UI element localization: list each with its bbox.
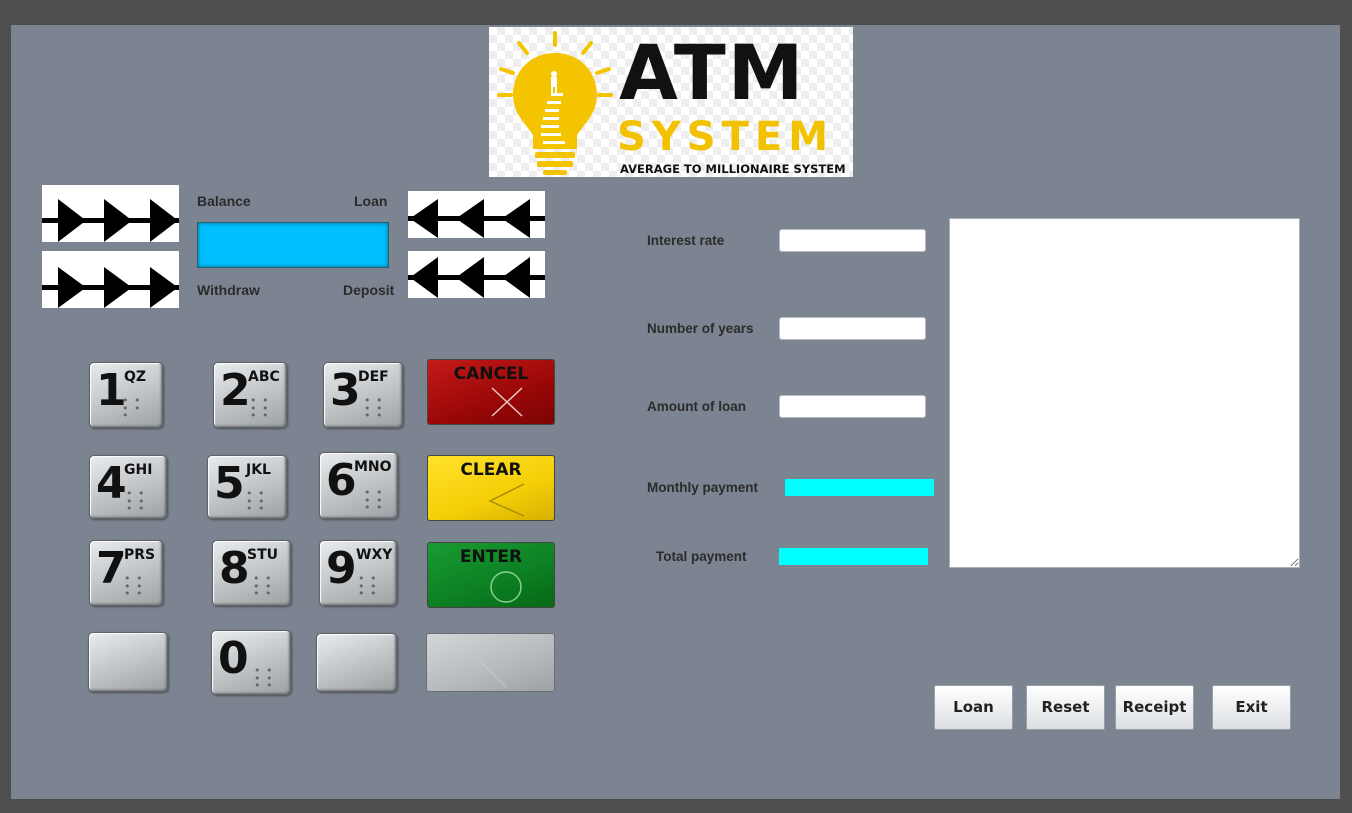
logo-title: ATM [619,28,806,117]
braille-dots: • • • • • • [364,394,384,423]
amount-of-loan-input[interactable] [779,395,926,418]
keypad-key-8[interactable]: 8 STU • • • • • • [212,540,291,606]
deposit-label: Deposit [343,282,395,298]
left-arrows-icon [408,199,545,238]
keypad-blank-right[interactable] [316,633,397,692]
braille-dots: • • • • • • [254,664,274,693]
keypad-key-0[interactable]: 0 • • • • • • [211,630,291,695]
right-arrows-icon [42,199,179,242]
amount-of-loan-label: Amount of loan [647,399,746,414]
keypad-key-4[interactable]: 4 GHI • • • • • • [89,455,167,519]
braille-dots: • • • • • [122,394,142,423]
clear-arrow-icon [488,483,525,517]
loan-label: Loan [354,193,388,209]
lightbulb-icon [497,31,613,175]
keypad-key-5[interactable]: 5 JKL • • • • • • [207,455,287,519]
braille-dots: • • • • • • [246,487,266,516]
cancel-button[interactable]: CANCEL [427,359,555,425]
logo-subtitle: SYSTEM [617,114,834,160]
keypad-key-1[interactable]: 1 QZ • • • • • [89,362,163,428]
total-payment-label: Total payment [656,549,747,564]
receipt-button[interactable]: Receipt [1115,685,1194,730]
keypad-key-3[interactable]: 3 DEF • • • • • • [323,362,403,428]
exit-button[interactable]: Exit [1212,685,1291,730]
enter-circle-icon [490,571,522,603]
keypad-key-9[interactable]: 9 WXY • • • • • • [319,540,397,606]
number-of-years-input[interactable] [779,317,926,340]
braille-dots: • • • • • • [253,572,273,601]
logo-tagline: AVERAGE TO MILLIONAIRE SYSTEM [620,162,846,176]
braille-dots: • • • • • • [364,486,384,515]
monthly-payment-output [785,479,934,496]
interest-rate-label: Interest rate [647,233,725,248]
clear-button[interactable]: CLEAR [427,455,555,521]
keypad-blank-left[interactable] [88,632,168,692]
braille-dots: • • • • • • [126,487,146,516]
deposit-arrow-button[interactable] [408,251,545,298]
enter-button[interactable]: ENTER [427,542,555,608]
keypad-key-2[interactable]: 2 ABC • • • • • • [213,362,287,428]
braille-dots: • • • • • • [358,572,378,601]
interest-rate-input[interactable] [779,229,926,252]
braille-dots: • • • • • • [250,394,270,423]
left-arrows-icon [408,257,545,298]
blank-key-crease [456,637,508,689]
atm-screen-display [197,222,389,268]
loan-arrow-button[interactable] [408,191,545,238]
keypad-key-7[interactable]: 7 PRS • • • • • • [89,540,163,606]
cancel-x-icon [491,387,523,417]
atm-system-logo: ATM SYSTEM AVERAGE TO MILLIONAIRE SYSTEM [489,27,853,177]
withdraw-arrow-button[interactable] [42,251,179,308]
monthly-payment-label: Monthly payment [647,480,759,495]
reset-button[interactable]: Reset [1026,685,1105,730]
keypad-key-6[interactable]: 6 MNO • • • • • • [319,452,398,519]
braille-dots: • • • • • • [124,572,144,601]
balance-label: Balance [197,193,251,209]
withdraw-label: Withdraw [197,282,260,298]
right-arrows-icon [42,267,179,308]
loan-button[interactable]: Loan [934,685,1013,730]
balance-arrow-button[interactable] [42,185,179,242]
total-payment-output [779,548,928,565]
receipt-text-area[interactable] [949,218,1300,568]
number-of-years-label: Number of years [647,321,754,336]
function-blank-button[interactable] [426,633,555,692]
